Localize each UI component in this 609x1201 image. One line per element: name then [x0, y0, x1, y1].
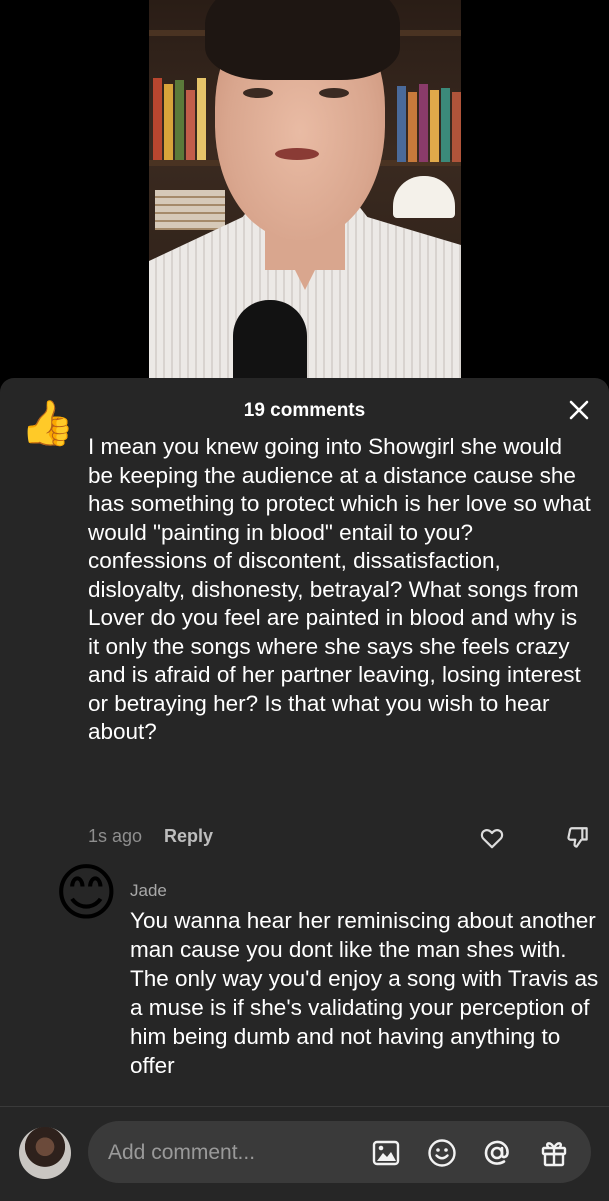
smiley-icon[interactable]	[426, 1137, 458, 1169]
video-player[interactable]	[149, 0, 461, 380]
book-stack	[155, 190, 225, 230]
reply-button[interactable]: Reply	[164, 826, 213, 847]
reply-text: You wanna hear her reminiscing about ano…	[130, 908, 599, 1078]
comment-timestamp: 1s ago	[88, 826, 143, 846]
at-sign-icon[interactable]	[481, 1137, 513, 1169]
comment-input-placeholder: Add comment...	[108, 1141, 256, 1164]
lamp	[393, 176, 455, 218]
bookshelf	[153, 78, 206, 160]
gift-icon[interactable]	[538, 1137, 570, 1169]
eye	[319, 88, 349, 98]
comment-input[interactable]: Add comment...	[88, 1121, 591, 1183]
bookshelf-right	[397, 84, 461, 162]
image-icon[interactable]	[370, 1137, 402, 1169]
heart-outline-icon[interactable]	[479, 825, 505, 851]
comment-composer-bar: Add comment...	[0, 1106, 609, 1201]
comment-text: I mean you knew going into Showgirl she …	[88, 434, 591, 744]
reply-author-name[interactable]: Jade	[130, 881, 167, 901]
reply-avatar[interactable]: 😊	[54, 863, 119, 925]
hair	[205, 0, 400, 80]
mouth	[275, 148, 319, 160]
close-icon[interactable]	[567, 398, 591, 422]
thumbs-down-outline-icon[interactable]	[565, 825, 591, 851]
eye	[243, 88, 273, 98]
comments-count-title: 19 comments	[243, 400, 366, 421]
microphone	[233, 300, 307, 380]
comments-sheet: 19 comments 👍 I mean you knew going into…	[0, 378, 609, 1200]
thumbs-up-icon: 👍	[20, 399, 75, 448]
user-avatar[interactable]	[19, 1127, 71, 1179]
